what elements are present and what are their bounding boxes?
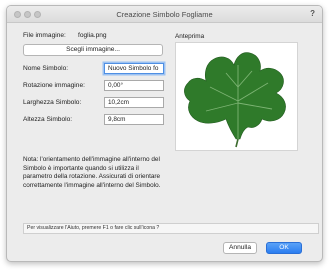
ok-button[interactable]: OK — [266, 242, 302, 254]
leaf-stem — [235, 138, 239, 148]
help-hint-bar: Per visualizzare l'Aiuto, premere F1 o f… — [23, 223, 319, 234]
cancel-button[interactable]: Annulla — [223, 242, 257, 254]
window-title: Creazione Simbolo Fogliame — [116, 10, 213, 19]
rotation-input[interactable]: 0,00° — [104, 80, 164, 91]
width-label: Larghezza Simbolo: — [23, 99, 82, 106]
symbol-name-input[interactable]: Nuovo Simbolo fo — [104, 63, 164, 74]
choose-image-button[interactable]: Scegli immagine... — [23, 44, 163, 56]
title-bar: Creazione Simbolo Fogliame ? — [7, 6, 322, 23]
height-label: Altezza Simbolo: — [23, 116, 73, 123]
file-name: foglia.png — [78, 32, 107, 39]
dialog-window: Creazione Simbolo Fogliame ? File immagi… — [6, 5, 323, 262]
width-input[interactable]: 10,2cm — [104, 97, 164, 108]
preview-label: Anteprima — [175, 33, 205, 40]
fig-leaf-image — [184, 52, 286, 148]
preview-panel — [175, 42, 298, 151]
leaf-shape — [184, 52, 286, 140]
file-label: File immagine: — [23, 32, 66, 39]
orientation-note: Nota: l'orientamento dell'immagine all'i… — [23, 156, 161, 189]
height-input[interactable]: 9,8cm — [104, 114, 164, 125]
rotation-label: Rotazione immagine: — [23, 82, 85, 89]
symbol-name-label: Nome Simbolo: — [23, 65, 69, 72]
help-icon[interactable]: ? — [310, 9, 315, 18]
